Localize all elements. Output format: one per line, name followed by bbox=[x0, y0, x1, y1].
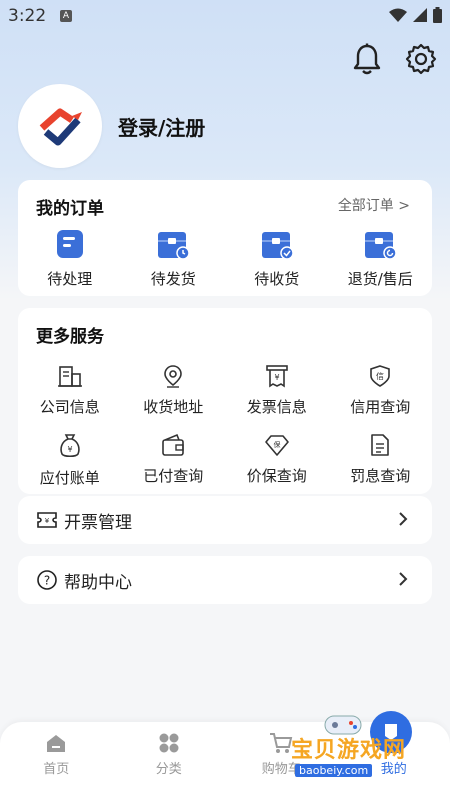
bill-icon: ¥ bbox=[60, 434, 80, 458]
service-label: 信用查询 bbox=[350, 398, 411, 416]
order-item-label: 退货/售后 bbox=[347, 270, 413, 288]
svg-text:保: 保 bbox=[273, 440, 280, 449]
order-to-ship-button[interactable]: 待发货 bbox=[122, 228, 226, 289]
company-icon bbox=[57, 366, 82, 387]
app-logo-icon bbox=[39, 108, 82, 146]
service-label: 价保查询 bbox=[246, 467, 307, 485]
order-pending-button[interactable]: 待处理 bbox=[18, 228, 122, 289]
invoice-icon: ¥ bbox=[265, 365, 288, 388]
status-time: 3:22 bbox=[8, 6, 47, 26]
penalty-icon bbox=[371, 434, 390, 456]
watermark: 宝贝游戏网 baobeiy.com bbox=[285, 711, 445, 782]
service-company-info[interactable]: 公司信息 bbox=[18, 364, 122, 417]
service-shipping-address[interactable]: 收货地址 bbox=[122, 364, 226, 417]
svg-text:¥: ¥ bbox=[45, 517, 50, 525]
price-protect-icon: 保 bbox=[264, 435, 289, 456]
orders-title: 我的订单 bbox=[36, 199, 104, 219]
notification-indicator: A bbox=[60, 10, 72, 22]
return-icon bbox=[365, 232, 397, 260]
status-icons bbox=[389, 7, 442, 23]
chevron-right-icon bbox=[399, 572, 408, 586]
order-status-row: 待处理 待发货 待收货 退货/售后 bbox=[18, 228, 432, 289]
more-services-card: 更多服务 公司信息 收货地址 ¥ 发票信息 信 信用查询 ¥ 应付账单 已付查询… bbox=[18, 308, 432, 494]
order-return-button[interactable]: 退货/售后 bbox=[329, 228, 433, 289]
order-item-label: 待处理 bbox=[47, 270, 93, 288]
tab-category[interactable]: 分类 bbox=[113, 722, 226, 800]
order-item-label: 待收货 bbox=[254, 270, 300, 288]
service-label: 公司信息 bbox=[39, 398, 100, 416]
invoice-management-label: 开票管理 bbox=[64, 512, 132, 533]
ticket-icon: ¥ bbox=[36, 509, 58, 531]
credit-icon: 信 bbox=[370, 365, 391, 387]
my-orders-card: 我的订单 全部订单 > 待处理 待发货 待收货 退货/售后 bbox=[18, 180, 432, 296]
to-ship-icon bbox=[158, 232, 190, 260]
help-icon: ? bbox=[36, 569, 58, 591]
battery-icon bbox=[433, 7, 442, 23]
services-title: 更多服务 bbox=[36, 327, 104, 347]
service-label: 应付账单 bbox=[39, 469, 100, 487]
order-to-receive-button[interactable]: 待收货 bbox=[225, 228, 329, 289]
help-center-label: 帮助中心 bbox=[64, 572, 132, 593]
watermark-text: 宝贝游戏网 bbox=[291, 738, 407, 763]
profile-section[interactable]: 登录/注册 bbox=[18, 84, 205, 168]
svg-text:信: 信 bbox=[376, 371, 384, 381]
service-payable-bill[interactable]: ¥ 应付账单 bbox=[18, 433, 122, 488]
status-bar: 3:22 A bbox=[0, 0, 450, 34]
svg-text:¥: ¥ bbox=[274, 373, 279, 382]
login-register-link[interactable]: 登录/注册 bbox=[118, 112, 205, 141]
services-grid: 公司信息 收货地址 ¥ 发票信息 信 信用查询 ¥ 应付账单 已付查询 保 价保… bbox=[18, 364, 432, 488]
service-credit-query[interactable]: 信 信用查询 bbox=[329, 364, 433, 417]
category-icon bbox=[159, 733, 179, 753]
help-center-row[interactable]: ? 帮助中心 bbox=[18, 556, 432, 604]
service-label: 罚息查询 bbox=[350, 467, 411, 485]
header-actions bbox=[350, 42, 438, 76]
signal-icon bbox=[413, 8, 427, 22]
avatar[interactable] bbox=[18, 84, 102, 168]
gear-icon bbox=[405, 43, 437, 75]
tab-label: 首页 bbox=[43, 762, 70, 777]
chevron-right-icon bbox=[399, 512, 408, 526]
wifi-icon bbox=[389, 8, 407, 22]
notification-bell-button[interactable] bbox=[350, 42, 384, 76]
tab-home[interactable]: 首页 bbox=[0, 722, 113, 800]
watermark-url: baobeiy.com bbox=[295, 764, 373, 777]
all-orders-link[interactable]: 全部订单 > bbox=[338, 195, 410, 215]
invoice-management-row[interactable]: ¥ 开票管理 bbox=[18, 496, 432, 544]
service-paid-query[interactable]: 已付查询 bbox=[122, 433, 226, 488]
pending-icon bbox=[56, 230, 83, 258]
to-receive-icon bbox=[261, 232, 294, 260]
service-label: 收货地址 bbox=[143, 398, 204, 416]
home-icon bbox=[47, 735, 66, 752]
service-price-protection[interactable]: 保 价保查询 bbox=[225, 433, 329, 488]
svg-text:?: ? bbox=[44, 574, 50, 588]
order-item-label: 待发货 bbox=[150, 270, 196, 288]
service-penalty-query[interactable]: 罚息查询 bbox=[329, 433, 433, 488]
settings-button[interactable] bbox=[404, 42, 438, 76]
location-icon bbox=[164, 365, 183, 388]
bell-icon bbox=[353, 43, 381, 75]
service-label: 已付查询 bbox=[143, 467, 204, 485]
service-label: 发票信息 bbox=[246, 398, 307, 416]
svg-text:¥: ¥ bbox=[67, 445, 72, 454]
service-invoice-info[interactable]: ¥ 发票信息 bbox=[225, 364, 329, 417]
tab-label: 分类 bbox=[155, 762, 182, 777]
wallet-icon bbox=[162, 433, 185, 456]
